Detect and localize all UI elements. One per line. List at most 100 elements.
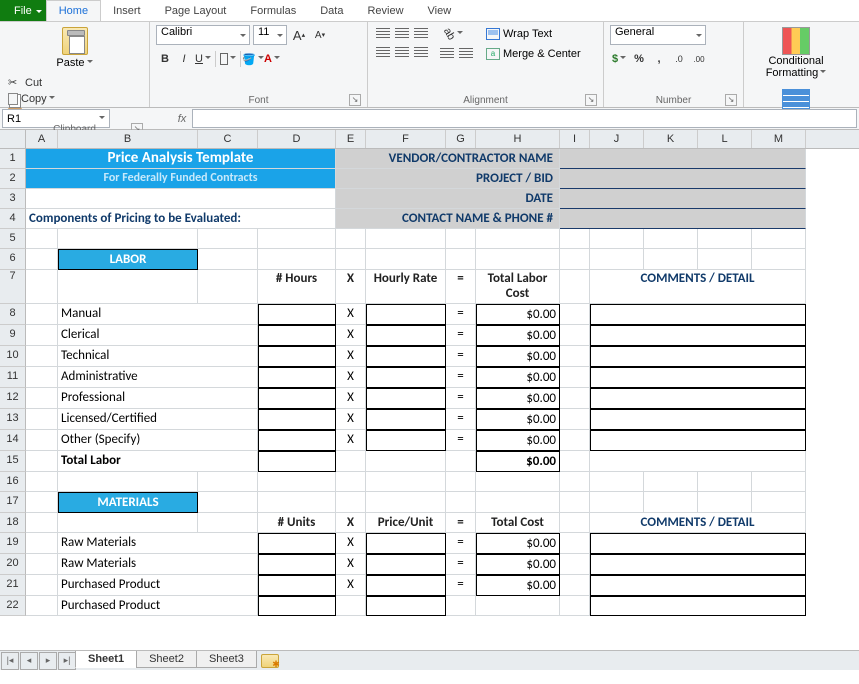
vendor-name-field[interactable] xyxy=(560,149,806,169)
row-4[interactable]: 4 xyxy=(0,209,26,229)
labor-total-4[interactable]: $0.00 xyxy=(476,388,560,409)
x[interactable]: X xyxy=(336,304,366,325)
blank[interactable] xyxy=(26,575,58,596)
cut-button[interactable]: ✂Cut xyxy=(6,75,143,91)
align-right-button[interactable] xyxy=(412,44,430,62)
blank[interactable] xyxy=(560,575,590,596)
new-sheet-button[interactable] xyxy=(261,654,279,668)
mat-price-0[interactable] xyxy=(366,533,446,554)
blank[interactable] xyxy=(26,596,58,616)
blank[interactable] xyxy=(336,472,366,492)
blank[interactable] xyxy=(26,451,58,472)
blank[interactable] xyxy=(258,472,336,492)
labor-comment-4[interactable] xyxy=(590,388,806,409)
mat-total-1[interactable]: $0.00 xyxy=(476,554,560,575)
labor-total-3[interactable]: $0.00 xyxy=(476,367,560,388)
blank[interactable] xyxy=(366,229,446,249)
hdr-hours[interactable]: # Hours xyxy=(258,270,336,304)
hdr-units[interactable]: # Units xyxy=(258,513,336,533)
col-B[interactable]: B xyxy=(58,130,198,148)
hdr-rate[interactable]: Hourly Rate xyxy=(366,270,446,304)
blank[interactable] xyxy=(752,492,806,513)
blank[interactable] xyxy=(336,492,366,513)
border-button[interactable] xyxy=(219,50,237,68)
blank[interactable] xyxy=(336,249,366,270)
row-19[interactable]: 19 xyxy=(0,533,26,554)
sheet-tab-1[interactable]: Sheet1 xyxy=(75,651,137,668)
blank[interactable] xyxy=(26,492,58,513)
tab-nav-last[interactable]: ▸| xyxy=(58,652,76,670)
section-materials[interactable]: MATERIALS xyxy=(58,492,198,513)
mat-label-1[interactable]: Raw Materials xyxy=(58,554,258,575)
row-20[interactable]: 20 xyxy=(0,554,26,575)
blank[interactable] xyxy=(560,325,590,346)
row-5[interactable]: 5 xyxy=(0,229,26,249)
blank[interactable] xyxy=(26,409,58,430)
labor-hours-3[interactable] xyxy=(258,367,336,388)
labor-total-2[interactable]: $0.00 xyxy=(476,346,560,367)
x[interactable]: X xyxy=(336,409,366,430)
tab-view[interactable]: View xyxy=(416,0,464,21)
blank[interactable] xyxy=(752,229,806,249)
vendor-project-field[interactable] xyxy=(560,169,806,189)
labor-hours-4[interactable] xyxy=(258,388,336,409)
blank[interactable] xyxy=(590,229,644,249)
select-all-corner[interactable] xyxy=(0,130,26,148)
eq[interactable]: = xyxy=(446,575,476,596)
blank[interactable] xyxy=(698,249,752,270)
decrease-indent-button[interactable] xyxy=(438,45,456,63)
x[interactable]: X xyxy=(336,346,366,367)
row-22[interactable]: 22 xyxy=(0,596,26,616)
labor-label-1[interactable]: Clerical xyxy=(58,325,258,346)
copy-button[interactable]: Copy xyxy=(6,92,143,106)
eq[interactable]: = xyxy=(446,409,476,430)
blank[interactable] xyxy=(58,270,198,304)
eq[interactable]: = xyxy=(446,388,476,409)
tab-home[interactable]: Home xyxy=(46,0,101,21)
col-C[interactable]: C xyxy=(198,130,258,148)
eq[interactable]: = xyxy=(446,325,476,346)
percent-format-button[interactable] xyxy=(630,50,648,68)
blank[interactable] xyxy=(590,451,806,472)
hdr-comments2[interactable]: COMMENTS / DETAIL xyxy=(590,513,806,533)
paste-button[interactable]: Paste xyxy=(6,25,143,71)
hdr-comments[interactable]: COMMENTS / DETAIL xyxy=(590,270,806,304)
row-1[interactable]: 1 xyxy=(0,149,26,169)
comma-format-button[interactable] xyxy=(650,50,668,68)
blank[interactable] xyxy=(446,249,476,270)
vendor-date-field[interactable] xyxy=(560,189,806,209)
blank[interactable] xyxy=(198,472,258,492)
blank[interactable] xyxy=(26,346,58,367)
vendor-contact-field[interactable] xyxy=(560,209,806,229)
eval-label[interactable]: Components of Pricing to be Evaluated: xyxy=(26,209,336,229)
x[interactable] xyxy=(336,596,366,616)
blank[interactable] xyxy=(476,492,560,513)
hdr-price[interactable]: Price/Unit xyxy=(366,513,446,533)
blank[interactable] xyxy=(644,492,698,513)
blank[interactable] xyxy=(446,492,476,513)
number-launcher-icon[interactable]: ↘ xyxy=(725,94,737,106)
tab-formulas[interactable]: Formulas xyxy=(238,0,308,21)
row-10[interactable]: 10 xyxy=(0,346,26,367)
tab-review[interactable]: Review xyxy=(355,0,415,21)
blank[interactable] xyxy=(366,472,446,492)
row-21[interactable]: 21 xyxy=(0,575,26,596)
section-labor[interactable]: LABOR xyxy=(58,249,198,270)
blank[interactable] xyxy=(560,533,590,554)
tab-insert[interactable]: Insert xyxy=(101,0,153,21)
fill-color-button[interactable]: 🪣 xyxy=(244,50,262,68)
col-L[interactable]: L xyxy=(698,130,752,148)
mat-label-2[interactable]: Purchased Product xyxy=(58,575,258,596)
row-2[interactable]: 2 xyxy=(0,169,26,189)
align-bottom-button[interactable] xyxy=(412,25,430,43)
alignment-launcher-icon[interactable]: ↘ xyxy=(585,94,597,106)
blank[interactable] xyxy=(476,472,560,492)
blank[interactable] xyxy=(644,249,698,270)
fx-icon[interactable]: fx xyxy=(172,113,192,125)
mat-total-2[interactable]: $0.00 xyxy=(476,575,560,596)
row-16[interactable]: 16 xyxy=(0,472,26,492)
increase-decimal-button[interactable] xyxy=(670,50,688,68)
mat-comment-0[interactable] xyxy=(590,533,806,554)
x[interactable]: X xyxy=(336,367,366,388)
hdr-x2[interactable]: X xyxy=(336,513,366,533)
